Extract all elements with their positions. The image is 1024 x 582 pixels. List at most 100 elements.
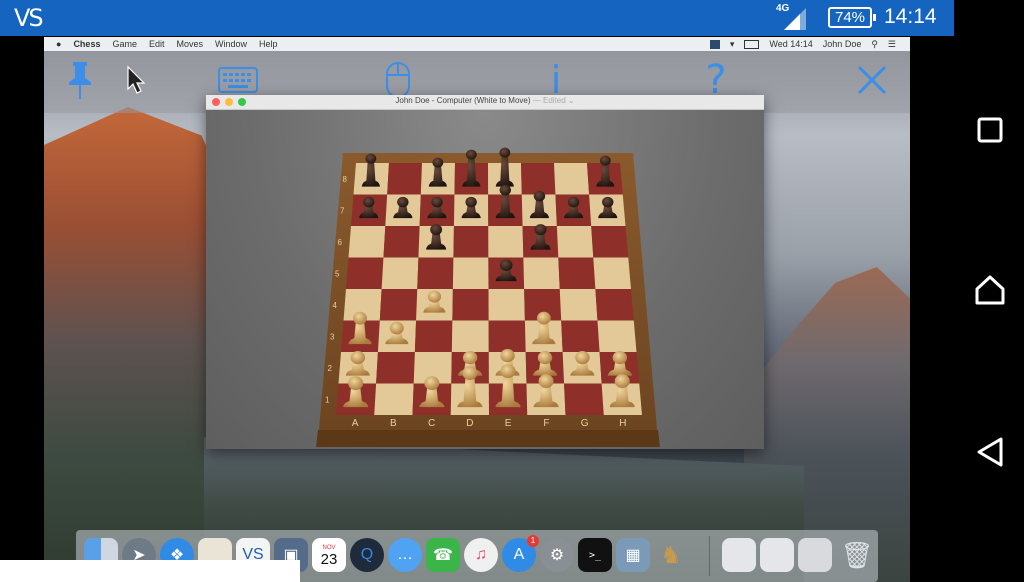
- menu-game[interactable]: Game: [112, 39, 137, 49]
- file-label: F: [543, 418, 549, 429]
- app-store-icon[interactable]: A 1: [502, 535, 539, 572]
- board-squares[interactable]: [336, 163, 642, 415]
- board-square[interactable]: [597, 320, 637, 353]
- android-nav-bar: [954, 0, 1024, 582]
- vnc-app-icon: VS: [14, 4, 44, 32]
- rank-label: 5: [335, 269, 340, 278]
- board-square[interactable]: [453, 226, 489, 258]
- bottom-input-strip: [0, 560, 300, 582]
- chess-app-icon[interactable]: ♞: [654, 538, 688, 572]
- messages-icon[interactable]: …: [388, 538, 422, 572]
- rank-label: 7: [340, 206, 345, 215]
- wifi-icon[interactable]: ▾: [730, 39, 735, 50]
- file-label: A: [352, 418, 359, 429]
- board-square[interactable]: [346, 257, 384, 290]
- board-square[interactable]: [521, 163, 556, 195]
- itunes-icon[interactable]: ♫: [464, 538, 498, 572]
- chess-window[interactable]: John Doe - Computer (White to Move) — Ed…: [206, 95, 764, 449]
- pin-icon[interactable]: [58, 57, 102, 103]
- rank-label: 6: [338, 238, 343, 247]
- board-square[interactable]: [488, 320, 526, 353]
- board-square[interactable]: [554, 163, 590, 195]
- file-label: C: [428, 418, 435, 429]
- board-square[interactable]: [595, 289, 634, 321]
- board-square[interactable]: [381, 257, 419, 290]
- board-square[interactable]: [451, 320, 489, 353]
- board-square[interactable]: [488, 289, 525, 321]
- board-square[interactable]: [593, 257, 631, 290]
- board-square[interactable]: [387, 163, 422, 195]
- menu-clock[interactable]: Wed 14:14: [769, 39, 812, 49]
- board-square[interactable]: [383, 226, 420, 258]
- board-square[interactable]: [417, 257, 454, 290]
- board-square[interactable]: [376, 352, 415, 384]
- window-title: John Doe - Computer (White to Move) — Ed…: [206, 96, 764, 105]
- board-square[interactable]: [559, 289, 598, 321]
- android-status-bar: VS 4G 74% 14:14: [0, 0, 954, 36]
- battery-indicator: 74%: [828, 7, 876, 28]
- board-square[interactable]: [414, 320, 453, 353]
- file-label: E: [505, 418, 512, 429]
- notification-center-icon[interactable]: ☰: [888, 39, 896, 50]
- apple-menu-icon[interactable]: ●: [56, 39, 61, 49]
- board-frame-front: [316, 430, 660, 447]
- dock-document-1-icon[interactable]: [722, 538, 756, 572]
- board-square[interactable]: [558, 257, 596, 290]
- board-square[interactable]: [523, 257, 560, 290]
- calendar-day: 23: [320, 550, 338, 568]
- file-label: D: [466, 418, 473, 429]
- menu-help[interactable]: Help: [259, 39, 278, 49]
- status-clock: 14:14: [884, 5, 937, 28]
- pointer-icon[interactable]: [114, 57, 158, 103]
- file-label: B: [390, 418, 397, 429]
- file-label: H: [619, 418, 626, 429]
- dock-document-2-icon[interactable]: [760, 538, 794, 572]
- remote-desktop[interactable]: ● Chess Game Edit Moves Window Help ▾ We…: [44, 37, 910, 582]
- recents-button[interactable]: [970, 110, 1010, 150]
- board-square[interactable]: [374, 383, 414, 416]
- menu-app-name[interactable]: Chess: [73, 39, 100, 49]
- close-icon[interactable]: [850, 57, 894, 103]
- window-title-text: John Doe - Computer (White to Move): [395, 96, 531, 105]
- image-capture-icon[interactable]: ▦: [616, 538, 650, 572]
- rank-label: 2: [328, 364, 333, 373]
- board-square[interactable]: [591, 226, 629, 258]
- board-square[interactable]: [379, 289, 418, 321]
- signal-icon: [784, 8, 806, 30]
- spotlight-icon[interactable]: ⚲: [871, 39, 878, 50]
- chess-board-view[interactable]: A B C D E F G H 1 2 3 4 5 6 7 8: [206, 110, 764, 449]
- back-button[interactable]: [970, 432, 1010, 472]
- rank-label: 8: [343, 175, 348, 184]
- board-square[interactable]: [564, 383, 604, 416]
- screen-share-icon[interactable]: [709, 39, 720, 49]
- quicktime-icon[interactable]: Q: [350, 538, 384, 572]
- chess-board[interactable]: A B C D E F G H 1 2 3 4 5 6 7 8: [206, 110, 764, 449]
- edited-indicator[interactable]: — Edited ⌄: [531, 96, 575, 105]
- facetime-icon[interactable]: ☎: [426, 538, 460, 572]
- rank-label: 1: [325, 395, 330, 404]
- menu-user[interactable]: John Doe: [823, 39, 862, 49]
- board-square[interactable]: [561, 320, 600, 353]
- file-label: G: [581, 418, 589, 429]
- board-square[interactable]: [452, 289, 489, 321]
- app-store-badge: 1: [527, 535, 539, 547]
- downloads-stack-icon[interactable]: [798, 538, 832, 572]
- board-square[interactable]: [348, 226, 386, 258]
- menu-moves[interactable]: Moves: [176, 39, 203, 49]
- window-title-bar[interactable]: John Doe - Computer (White to Move) — Ed…: [206, 95, 764, 110]
- board-square[interactable]: [488, 226, 524, 258]
- trash-icon[interactable]: 🗑: [840, 538, 874, 572]
- terminal-icon[interactable]: >_: [578, 538, 612, 572]
- calendar-icon[interactable]: NOV 23: [312, 538, 346, 572]
- menu-edit[interactable]: Edit: [149, 39, 165, 49]
- home-button[interactable]: [970, 270, 1010, 310]
- battery-menu-icon[interactable]: [744, 39, 760, 49]
- system-preferences-icon[interactable]: ⚙: [540, 538, 574, 572]
- dock-separator: [709, 536, 710, 576]
- board-square[interactable]: [452, 257, 489, 290]
- board-square[interactable]: [556, 226, 594, 258]
- menu-window[interactable]: Window: [215, 39, 247, 49]
- mac-menu-bar: ● Chess Game Edit Moves Window Help ▾ We…: [44, 37, 910, 51]
- rank-label: 3: [330, 332, 335, 341]
- rank-label: 4: [333, 301, 338, 310]
